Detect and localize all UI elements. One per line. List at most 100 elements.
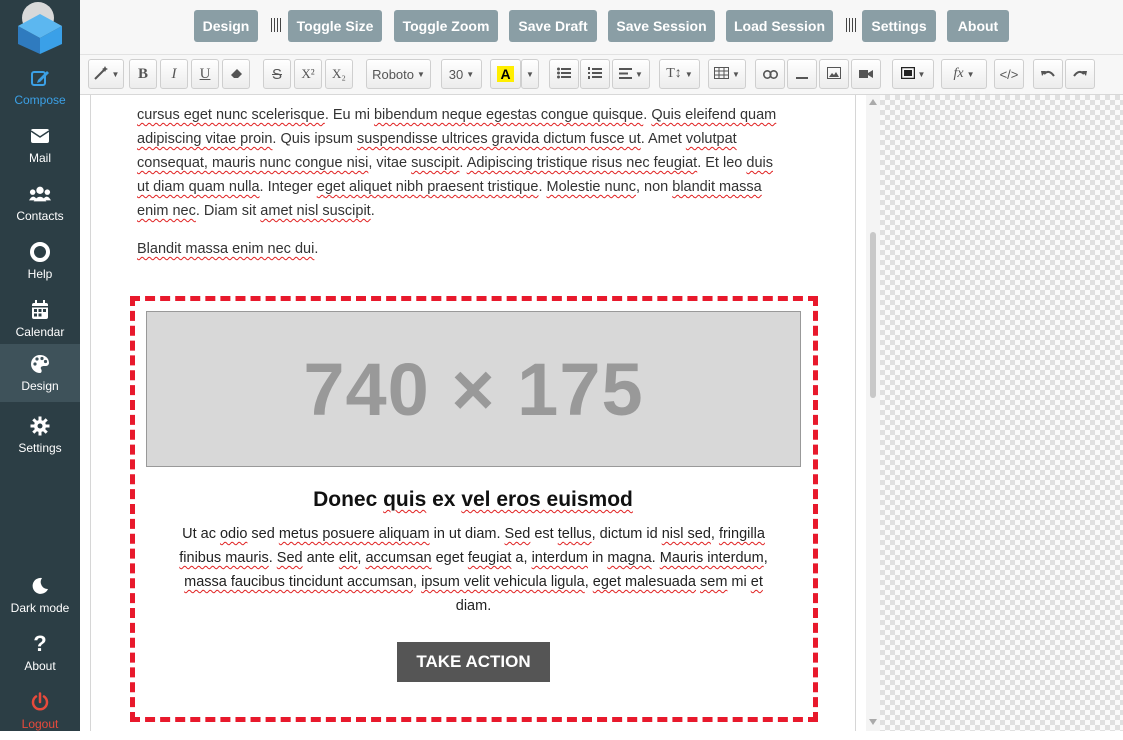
app-logo xyxy=(14,0,66,54)
misspelled-text: Sed xyxy=(276,550,303,566)
text-run: ex xyxy=(426,488,462,511)
numbered-list-button[interactable] xyxy=(580,59,610,89)
redo-button[interactable] xyxy=(1065,59,1095,89)
text-size-button[interactable]: T↕ ▼ xyxy=(659,59,700,89)
misspelled-text: vel eros euismod xyxy=(461,488,633,511)
block-heading[interactable]: Donec quis ex vel eros euismod xyxy=(131,488,815,512)
save-session-button[interactable]: Save Session xyxy=(608,10,715,42)
bold-button[interactable]: B xyxy=(129,59,157,89)
design-button[interactable]: Design xyxy=(194,10,258,42)
insert-link-button[interactable] xyxy=(755,59,785,89)
text-run: , xyxy=(710,526,719,542)
load-session-button[interactable]: Load Session xyxy=(726,10,833,42)
image-placeholder[interactable]: 740 × 175 xyxy=(146,311,801,467)
misspelled-text: feugiat xyxy=(467,550,512,566)
subscript-button[interactable]: X₂ xyxy=(325,59,353,89)
scroll-down-arrow[interactable] xyxy=(869,719,877,725)
background-color-button[interactable]: ▼ xyxy=(892,59,934,89)
text-run: in ut diam. xyxy=(429,526,505,542)
email-canvas[interactable]: cursus eget nunc scelerisque. Eu mi bibe… xyxy=(90,95,856,731)
sidebar-item-calendar[interactable]: Calendar xyxy=(0,290,80,348)
text-run: . Integer xyxy=(259,179,317,195)
mail-icon xyxy=(29,125,51,147)
sidebar-item-label: Dark mode xyxy=(10,601,70,615)
scrollbar-thumb[interactable] xyxy=(870,232,876,398)
text-effects-icon: fx xyxy=(953,66,964,81)
take-action-button[interactable]: TAKE ACTION xyxy=(397,642,550,682)
align-select[interactable]: ▼ xyxy=(612,59,650,89)
sidebar-item-logout[interactable]: Logout xyxy=(0,682,80,740)
moon-icon xyxy=(29,575,51,597)
text-run: . Amet xyxy=(640,131,686,147)
body-paragraph[interactable]: Blandit massa enim nec dui. xyxy=(137,237,777,261)
question-icon: ? xyxy=(33,631,47,656)
font-family-select[interactable]: Roboto ▼ xyxy=(366,59,431,89)
text-run: . Et leo xyxy=(697,155,747,171)
gear-icon xyxy=(29,415,51,437)
toolbar-separator xyxy=(846,18,858,32)
superscript-button[interactable]: X² xyxy=(294,59,322,89)
text-run: mi xyxy=(727,574,751,590)
misspelled-text: elit xyxy=(338,550,358,566)
misspelled-text: magna xyxy=(607,550,652,566)
text-run: , vitae xyxy=(368,155,412,171)
text-run: . xyxy=(459,155,467,171)
misspelled-text: massa faucibus tincidunt accumsan xyxy=(184,574,414,590)
highlight-color-dropdown[interactable]: ▼ xyxy=(521,59,539,89)
source-code-button[interactable]: </> xyxy=(994,59,1024,89)
text-run: , xyxy=(584,574,593,590)
magic-wand-icon xyxy=(93,65,109,83)
sidebar-item-dark-mode[interactable]: Dark mode xyxy=(0,566,80,624)
toggle-size-button[interactable]: Toggle Size xyxy=(288,10,382,42)
table-button[interactable]: ▼ xyxy=(708,59,746,89)
misspelled-text: Blandit massa enim nec dui xyxy=(137,241,315,257)
redo-icon xyxy=(1073,67,1087,82)
strikethrough-button[interactable]: S xyxy=(263,59,291,89)
magic-wand-button[interactable]: ▼ xyxy=(88,59,124,89)
insert-video-button[interactable] xyxy=(851,59,881,89)
sidebar-item-help[interactable]: Help xyxy=(0,232,80,290)
scroll-up-arrow[interactable] xyxy=(869,99,877,105)
text-run: . Quis ipsum xyxy=(272,131,358,147)
misspelled-text: metus posuere aliquam xyxy=(278,526,430,542)
sidebar-item-settings[interactable]: Settings xyxy=(0,406,80,464)
compose-icon xyxy=(29,67,51,89)
about-button[interactable]: About xyxy=(947,10,1009,42)
sidebar: Compose Mail Contacts Help Calendar Desi… xyxy=(0,0,80,731)
eraser-button[interactable] xyxy=(222,59,250,89)
insert-image-button[interactable] xyxy=(819,59,849,89)
settings-button[interactable]: Settings xyxy=(862,10,936,42)
undo-button[interactable] xyxy=(1033,59,1063,89)
sidebar-item-label: Compose xyxy=(14,93,66,107)
sidebar-item-label: Logout xyxy=(21,717,59,731)
italic-button[interactable]: I xyxy=(160,59,188,89)
sidebar-item-about[interactable]: ? About xyxy=(0,624,80,682)
underline-button[interactable]: U xyxy=(191,59,219,89)
save-draft-button[interactable]: Save Draft xyxy=(509,10,597,42)
text-run: eget xyxy=(431,550,468,566)
bullet-list-button[interactable] xyxy=(549,59,579,89)
bullet-list-icon xyxy=(557,67,571,82)
sidebar-item-contacts[interactable]: Contacts xyxy=(0,174,80,232)
undo-icon xyxy=(1041,67,1055,82)
misspelled-text: eget malesuada xyxy=(592,574,696,590)
sidebar-item-compose[interactable]: Compose xyxy=(0,58,80,116)
text-run: . Eu mi xyxy=(324,107,374,123)
sidebar-item-design[interactable]: Design xyxy=(0,344,80,402)
text-effects-button[interactable]: fx ▼ xyxy=(941,59,987,89)
vertical-scrollbar[interactable] xyxy=(866,95,880,731)
table-icon xyxy=(714,66,730,82)
block-text[interactable]: Ut ac odio sed metus posuere aliquam in … xyxy=(166,522,781,618)
font-size-select[interactable]: 30 ▼ xyxy=(441,59,482,89)
highlight-color-button[interactable]: A xyxy=(490,59,521,89)
misspelled-text: sem xyxy=(700,574,728,590)
sidebar-item-mail[interactable]: Mail xyxy=(0,116,80,174)
text-run: . xyxy=(314,241,319,257)
body-paragraph[interactable]: cursus eget nunc scelerisque. Eu mi bibe… xyxy=(137,103,777,223)
text-size-icon: T↕ xyxy=(666,66,682,81)
video-icon xyxy=(859,67,873,82)
toggle-zoom-button[interactable]: Toggle Zoom xyxy=(394,10,498,42)
horizontal-rule-button[interactable] xyxy=(787,59,817,89)
horizontal-rule-icon xyxy=(796,67,808,82)
canvas-background xyxy=(880,95,1123,731)
